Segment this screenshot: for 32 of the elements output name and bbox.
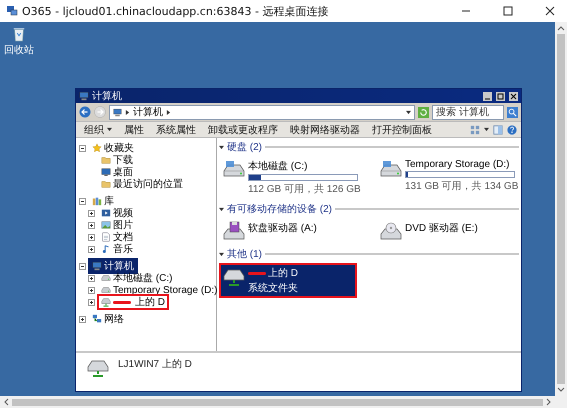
window-title: O365 - ljcloud01.chinacloudapp.cn:63843 - 远程桌面连接 bbox=[22, 4, 328, 18]
drive-tile[interactable]: DVD 驱动器 (E:) bbox=[376, 218, 531, 244]
drive-detail: 系统文件夹 bbox=[248, 282, 298, 295]
toolbar-button[interactable]: 卸载或更改程序 bbox=[204, 123, 282, 136]
drive-detail: 112 GB 可用，共 126 GB bbox=[248, 182, 361, 196]
drive-detail: 131 GB 可用，共 134 GB bbox=[405, 180, 518, 193]
group-header[interactable]: 有可移动存储的设备 (2) bbox=[227, 202, 332, 216]
drive-tile[interactable]: 本地磁盘 (C:) 112 GB 可用，共 126 GB bbox=[219, 156, 374, 199]
drive-tile[interactable]: 软盘驱动器 (A:) bbox=[219, 218, 374, 244]
drive-tile[interactable]: Temporary Storage (D:) 131 GB 可用，共 134 GB bbox=[376, 156, 531, 199]
drive-name: 软盘驱动器 (A:) bbox=[248, 222, 317, 235]
toolbar-button[interactable]: 映射网络驱动器 bbox=[286, 123, 364, 136]
desktop-icon-label[interactable]: 回收站 bbox=[4, 43, 34, 57]
search-field[interactable]: 搜索 计算机 bbox=[432, 104, 504, 120]
drive-name: 上的 D bbox=[248, 266, 298, 280]
tree-item[interactable]: 网络 bbox=[88, 311, 128, 327]
drive-tile[interactable]: 上的 D 系统文件夹 bbox=[219, 263, 357, 298]
drive-name: 本地磁盘 (C:) bbox=[248, 160, 308, 173]
address-crumb[interactable]: 计算机 bbox=[133, 105, 163, 119]
explorer-title: 计算机 bbox=[92, 90, 122, 103]
group-header[interactable]: 硬盘 (2) bbox=[227, 140, 262, 154]
drive-name: DVD 驱动器 (E:) bbox=[405, 222, 478, 235]
toolbar-button[interactable]: 打开控制面板 bbox=[368, 123, 436, 136]
tree-item[interactable]: 上的 D bbox=[97, 294, 169, 310]
toolbar-button[interactable]: 组织 bbox=[80, 123, 116, 136]
address-bar[interactable]: 计算机 bbox=[109, 104, 415, 120]
toolbar-button[interactable]: 系统属性 bbox=[152, 123, 200, 136]
details-name: LJ1WIN7 上的 D bbox=[118, 358, 192, 371]
toolbar-button[interactable]: 属性 bbox=[120, 123, 148, 136]
tree-item[interactable]: 计算机 bbox=[88, 258, 138, 274]
drive-name: Temporary Storage (D:) bbox=[405, 159, 510, 170]
group-header[interactable]: 其他 (1) bbox=[227, 247, 262, 261]
